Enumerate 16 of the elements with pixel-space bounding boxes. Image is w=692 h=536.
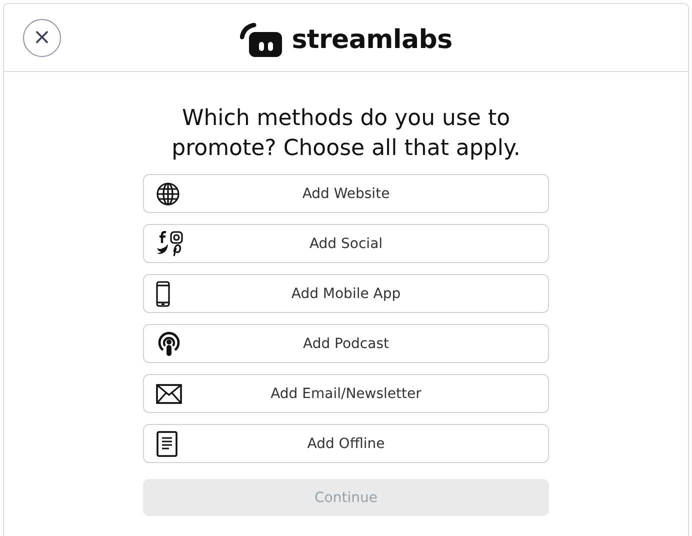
document-icon xyxy=(156,430,178,456)
option-button[interactable]: Add Website xyxy=(143,174,549,213)
option-button[interactable]: Add Podcast xyxy=(143,324,549,363)
globe-icon xyxy=(156,182,180,206)
logo-icon xyxy=(240,22,282,56)
podcast-icon xyxy=(156,330,182,356)
phone-icon xyxy=(156,280,170,306)
envelope-icon xyxy=(156,384,182,404)
option-button[interactable]: Add Offline xyxy=(143,424,549,463)
social-icons-drawing xyxy=(156,230,184,256)
option-button[interactable]: Add Email/Newsletter xyxy=(143,374,549,413)
logo-text: streamlabs xyxy=(292,24,452,54)
question-heading: Which methods do you use to promote? Choose all that apply. xyxy=(170,105,522,163)
option-button[interactable]: Add Mobile App xyxy=(143,274,549,313)
close-button[interactable]: × xyxy=(23,19,61,57)
option-button[interactable]: Add Social xyxy=(143,224,549,263)
